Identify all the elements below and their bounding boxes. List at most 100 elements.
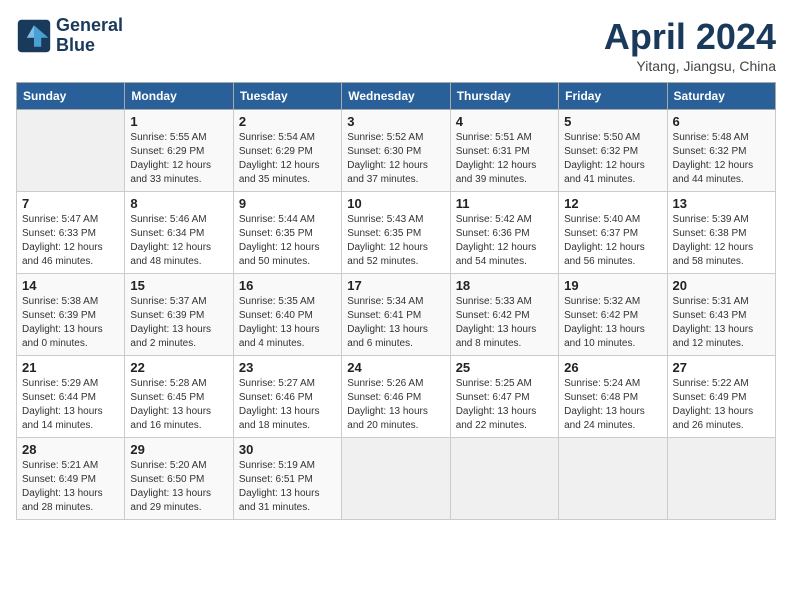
weekday-header: Monday bbox=[125, 83, 233, 110]
calendar-week-row: 1 Sunrise: 5:55 AM Sunset: 6:29 PM Daylig… bbox=[17, 110, 776, 192]
day-info: Sunrise: 5:46 AM Sunset: 6:34 PM Dayligh… bbox=[130, 213, 227, 269]
day-info: Sunrise: 5:22 AM Sunset: 6:49 PM Dayligh… bbox=[673, 377, 770, 433]
calendar-cell: 24 Sunrise: 5:26 AM Sunset: 6:46 PM Dayli… bbox=[342, 356, 450, 438]
day-info: Sunrise: 5:37 AM Sunset: 6:39 PM Dayligh… bbox=[130, 295, 227, 351]
calendar-cell bbox=[342, 438, 450, 520]
day-info: Sunrise: 5:24 AM Sunset: 6:48 PM Dayligh… bbox=[564, 377, 661, 433]
day-number: 28 bbox=[22, 442, 119, 457]
calendar-cell: 14 Sunrise: 5:38 AM Sunset: 6:39 PM Dayli… bbox=[17, 274, 125, 356]
day-info: Sunrise: 5:29 AM Sunset: 6:44 PM Dayligh… bbox=[22, 377, 119, 433]
day-info: Sunrise: 5:43 AM Sunset: 6:35 PM Dayligh… bbox=[347, 213, 444, 269]
calendar-cell: 11 Sunrise: 5:42 AM Sunset: 6:36 PM Dayli… bbox=[450, 192, 558, 274]
calendar-cell: 23Sunrise: 5:27 AM Sunset: 6:46 PM Dayli… bbox=[233, 356, 341, 438]
day-number: 17 bbox=[347, 278, 444, 293]
calendar-cell: 5 Sunrise: 5:50 AM Sunset: 6:32 PM Daylig… bbox=[559, 110, 667, 192]
calendar-week-row: 7 Sunrise: 5:47 AM Sunset: 6:33 PM Daylig… bbox=[17, 192, 776, 274]
day-number: 11 bbox=[456, 196, 553, 211]
day-info: Sunrise: 5:50 AM Sunset: 6:32 PM Dayligh… bbox=[564, 131, 661, 187]
weekday-header-row: SundayMondayTuesdayWednesdayThursdayFrid… bbox=[17, 83, 776, 110]
day-number: 8 bbox=[130, 196, 227, 211]
weekday-header: Saturday bbox=[667, 83, 775, 110]
calendar-cell: 2Sunrise: 5:54 AM Sunset: 6:29 PM Daylig… bbox=[233, 110, 341, 192]
day-info: Sunrise: 5:19 AM Sunset: 6:51 PM Dayligh… bbox=[239, 459, 336, 515]
calendar-cell: 28Sunrise: 5:21 AM Sunset: 6:49 PM Dayli… bbox=[17, 438, 125, 520]
day-info: Sunrise: 5:52 AM Sunset: 6:30 PM Dayligh… bbox=[347, 131, 444, 187]
day-info: Sunrise: 5:28 AM Sunset: 6:45 PM Dayligh… bbox=[130, 377, 227, 433]
calendar-cell: 22 Sunrise: 5:28 AM Sunset: 6:45 PM Dayli… bbox=[125, 356, 233, 438]
day-info: Sunrise: 5:39 AM Sunset: 6:38 PM Dayligh… bbox=[673, 213, 770, 269]
calendar-cell: 10 Sunrise: 5:43 AM Sunset: 6:35 PM Dayli… bbox=[342, 192, 450, 274]
calendar-cell: 26Sunrise: 5:24 AM Sunset: 6:48 PM Dayli… bbox=[559, 356, 667, 438]
calendar-cell: 12 Sunrise: 5:40 AM Sunset: 6:37 PM Dayli… bbox=[559, 192, 667, 274]
day-info: Sunrise: 5:48 AM Sunset: 6:32 PM Dayligh… bbox=[673, 131, 770, 187]
logo: General Blue bbox=[16, 16, 123, 56]
calendar-week-row: 28Sunrise: 5:21 AM Sunset: 6:49 PM Dayli… bbox=[17, 438, 776, 520]
day-number: 12 bbox=[564, 196, 661, 211]
month-title: April 2024 bbox=[604, 16, 776, 58]
day-number: 13 bbox=[673, 196, 770, 211]
day-info: Sunrise: 5:32 AM Sunset: 6:42 PM Dayligh… bbox=[564, 295, 661, 351]
calendar-cell: 16 Sunrise: 5:35 AM Sunset: 6:40 PM Dayli… bbox=[233, 274, 341, 356]
calendar-cell: 3 Sunrise: 5:52 AM Sunset: 6:30 PM Daylig… bbox=[342, 110, 450, 192]
calendar-cell: 27 Sunrise: 5:22 AM Sunset: 6:49 PM Dayli… bbox=[667, 356, 775, 438]
day-number: 27 bbox=[673, 360, 770, 375]
logo-icon bbox=[16, 18, 52, 54]
calendar-week-row: 14 Sunrise: 5:38 AM Sunset: 6:39 PM Dayli… bbox=[17, 274, 776, 356]
day-number: 29 bbox=[130, 442, 227, 457]
calendar-cell: 18 Sunrise: 5:33 AM Sunset: 6:42 PM Dayli… bbox=[450, 274, 558, 356]
day-number: 14 bbox=[22, 278, 119, 293]
calendar-cell: 8 Sunrise: 5:46 AM Sunset: 6:34 PM Daylig… bbox=[125, 192, 233, 274]
calendar-cell: 25Sunrise: 5:25 AM Sunset: 6:47 PM Dayli… bbox=[450, 356, 558, 438]
header: General Blue April 2024 Yitang, Jiangsu,… bbox=[16, 16, 776, 74]
day-number: 24 bbox=[347, 360, 444, 375]
day-number: 7 bbox=[22, 196, 119, 211]
day-number: 23 bbox=[239, 360, 336, 375]
day-info: Sunrise: 5:35 AM Sunset: 6:40 PM Dayligh… bbox=[239, 295, 336, 351]
day-info: Sunrise: 5:51 AM Sunset: 6:31 PM Dayligh… bbox=[456, 131, 553, 187]
calendar-cell bbox=[667, 438, 775, 520]
calendar-cell: 20Sunrise: 5:31 AM Sunset: 6:43 PM Dayli… bbox=[667, 274, 775, 356]
calendar-cell: 6Sunrise: 5:48 AM Sunset: 6:32 PM Daylig… bbox=[667, 110, 775, 192]
day-info: Sunrise: 5:44 AM Sunset: 6:35 PM Dayligh… bbox=[239, 213, 336, 269]
day-info: Sunrise: 5:33 AM Sunset: 6:42 PM Dayligh… bbox=[456, 295, 553, 351]
day-number: 22 bbox=[130, 360, 227, 375]
day-number: 30 bbox=[239, 442, 336, 457]
weekday-header: Thursday bbox=[450, 83, 558, 110]
calendar-cell: 30 Sunrise: 5:19 AM Sunset: 6:51 PM Dayli… bbox=[233, 438, 341, 520]
day-number: 5 bbox=[564, 114, 661, 129]
day-number: 3 bbox=[347, 114, 444, 129]
weekday-header: Wednesday bbox=[342, 83, 450, 110]
location: Yitang, Jiangsu, China bbox=[604, 58, 776, 74]
day-number: 21 bbox=[22, 360, 119, 375]
weekday-header: Friday bbox=[559, 83, 667, 110]
day-info: Sunrise: 5:20 AM Sunset: 6:50 PM Dayligh… bbox=[130, 459, 227, 515]
day-info: Sunrise: 5:34 AM Sunset: 6:41 PM Dayligh… bbox=[347, 295, 444, 351]
day-info: Sunrise: 5:25 AM Sunset: 6:47 PM Dayligh… bbox=[456, 377, 553, 433]
logo-text: General Blue bbox=[56, 16, 123, 56]
day-info: Sunrise: 5:38 AM Sunset: 6:39 PM Dayligh… bbox=[22, 295, 119, 351]
day-number: 18 bbox=[456, 278, 553, 293]
calendar-cell: 17 Sunrise: 5:34 AM Sunset: 6:41 PM Dayli… bbox=[342, 274, 450, 356]
day-number: 10 bbox=[347, 196, 444, 211]
day-info: Sunrise: 5:31 AM Sunset: 6:43 PM Dayligh… bbox=[673, 295, 770, 351]
calendar-cell: 13 Sunrise: 5:39 AM Sunset: 6:38 PM Dayli… bbox=[667, 192, 775, 274]
calendar-cell: 1 Sunrise: 5:55 AM Sunset: 6:29 PM Daylig… bbox=[125, 110, 233, 192]
day-info: Sunrise: 5:55 AM Sunset: 6:29 PM Dayligh… bbox=[130, 131, 227, 187]
day-number: 16 bbox=[239, 278, 336, 293]
day-info: Sunrise: 5:47 AM Sunset: 6:33 PM Dayligh… bbox=[22, 213, 119, 269]
calendar-cell: 19Sunrise: 5:32 AM Sunset: 6:42 PM Dayli… bbox=[559, 274, 667, 356]
calendar-cell bbox=[559, 438, 667, 520]
weekday-header: Tuesday bbox=[233, 83, 341, 110]
day-info: Sunrise: 5:26 AM Sunset: 6:46 PM Dayligh… bbox=[347, 377, 444, 433]
day-info: Sunrise: 5:40 AM Sunset: 6:37 PM Dayligh… bbox=[564, 213, 661, 269]
calendar-cell: 4Sunrise: 5:51 AM Sunset: 6:31 PM Daylig… bbox=[450, 110, 558, 192]
calendar-cell: 21 Sunrise: 5:29 AM Sunset: 6:44 PM Dayli… bbox=[17, 356, 125, 438]
day-info: Sunrise: 5:42 AM Sunset: 6:36 PM Dayligh… bbox=[456, 213, 553, 269]
day-number: 1 bbox=[130, 114, 227, 129]
weekday-header: Sunday bbox=[17, 83, 125, 110]
calendar-cell bbox=[450, 438, 558, 520]
calendar-cell: 29 Sunrise: 5:20 AM Sunset: 6:50 PM Dayli… bbox=[125, 438, 233, 520]
day-number: 2 bbox=[239, 114, 336, 129]
calendar-cell: 9Sunrise: 5:44 AM Sunset: 6:35 PM Daylig… bbox=[233, 192, 341, 274]
title-area: April 2024 Yitang, Jiangsu, China bbox=[604, 16, 776, 74]
